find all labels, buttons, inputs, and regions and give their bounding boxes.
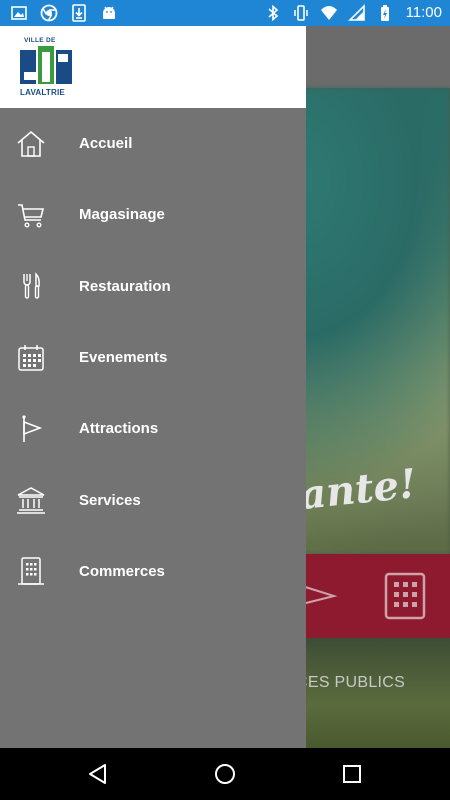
building-icon xyxy=(384,572,426,620)
menu-item-magasinage[interactable]: Magasinage xyxy=(0,179,306,250)
calendar-icon xyxy=(18,344,44,371)
menu-item-accueil[interactable]: Accueil xyxy=(0,108,306,179)
drawer-header: VILLE DE LAVALTRIE xyxy=(0,26,306,108)
menu-item-label: Evenements xyxy=(79,349,168,367)
navigation-drawer: VILLE DE LAVALTRIE Accueil Magasinage Re… xyxy=(0,26,306,748)
flag-icon xyxy=(301,585,338,605)
menu-item-label: Commerces xyxy=(79,562,165,580)
band-label: CES PUBLICS xyxy=(296,674,406,691)
bluetooth-icon xyxy=(268,4,278,22)
system-icons: 11:00 xyxy=(264,3,442,23)
menu-item-label: Magasinage xyxy=(79,206,165,224)
android-icon xyxy=(103,6,115,19)
menu-item-label: Accueil xyxy=(79,135,133,153)
drawer-menu: Accueil Magasinage Restauration Evenemen… xyxy=(0,108,306,607)
notification-icons xyxy=(10,4,118,22)
menu-item-services[interactable]: Services xyxy=(0,464,306,535)
menu-item-commerces[interactable]: Commerces xyxy=(0,536,306,607)
menu-item-label: Services xyxy=(79,491,141,509)
menu-item-attractions[interactable]: Attractions xyxy=(0,393,306,464)
battery-icon xyxy=(380,5,389,21)
menu-item-label: Restauration xyxy=(79,277,171,295)
logo-mark xyxy=(20,46,72,84)
logo-line2: LAVALTRIE xyxy=(20,88,65,97)
image-icon xyxy=(11,6,27,20)
back-icon[interactable] xyxy=(86,762,110,786)
logo-line1: VILLE DE xyxy=(24,37,56,44)
wifi-icon xyxy=(320,6,337,20)
vibrate-icon xyxy=(293,5,308,21)
download-icon xyxy=(72,4,86,22)
menu-item-restauration[interactable]: Restauration xyxy=(0,251,306,322)
status-time: 11:00 xyxy=(405,4,442,21)
fork-knife-icon xyxy=(23,272,40,299)
chrome-icon xyxy=(40,4,58,22)
recents-icon[interactable] xyxy=(340,762,364,786)
bank-icon xyxy=(17,487,45,514)
home-circle-icon[interactable] xyxy=(213,762,237,786)
building-icon xyxy=(18,557,44,586)
navigation-bar xyxy=(0,748,450,800)
status-bar: 11:00 xyxy=(0,0,450,26)
home-icon xyxy=(17,130,45,157)
lavaltrie-logo[interactable]: VILLE DE LAVALTRIE xyxy=(18,36,74,98)
signal-icon xyxy=(347,4,365,21)
flag-icon xyxy=(22,415,43,442)
shopping-cart-icon xyxy=(18,204,45,228)
menu-item-evenements[interactable]: Evenements xyxy=(0,322,306,393)
menu-item-label: Attractions xyxy=(79,420,159,438)
